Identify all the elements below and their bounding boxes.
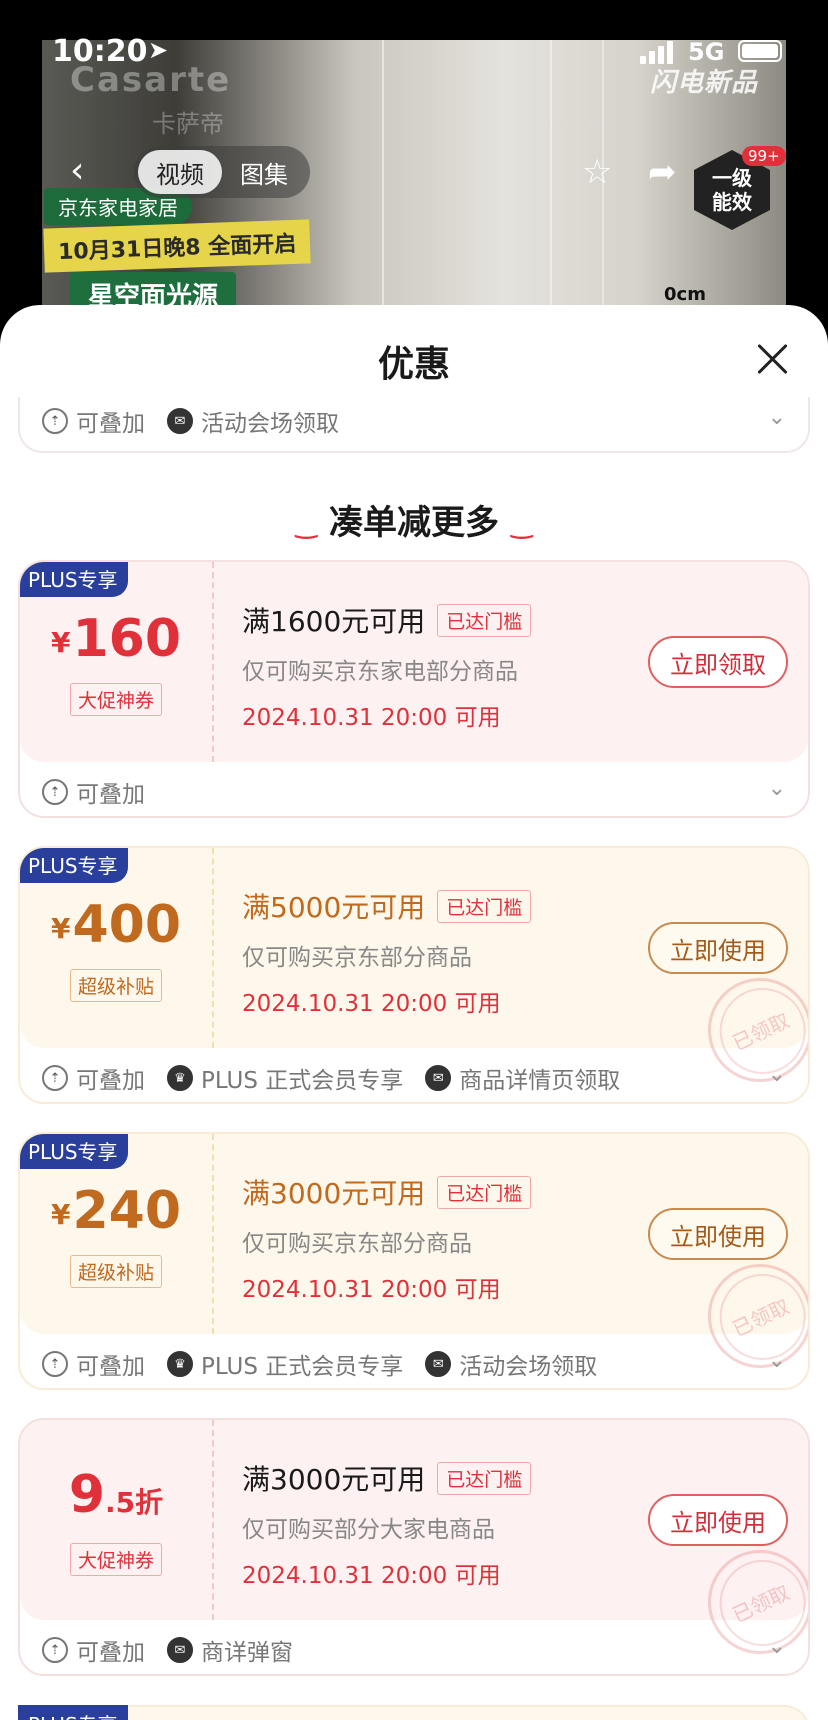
stack-icon: ⇡ [42,408,68,434]
smile-decoration-icon: ‿ [295,509,317,540]
coupon-condition: 满3000元可用 [242,1177,426,1210]
coupon-card-peek: PLUS专享 [18,1705,810,1720]
energy-badge-count: 99+ [742,146,786,166]
use-coupon-button[interactable]: 立即使用 [648,1208,788,1260]
coupon-condition: 满3000元可用 [242,1463,426,1496]
coupon-condition: 满1600元可用 [242,605,426,638]
source-tag: ✉ 商详弹窗 [167,1633,293,1667]
section-heading: ‿ 凑单减更多 ‿ [295,503,533,543]
claim-coupon-button[interactable]: 立即领取 [648,636,788,688]
ticket-icon: ✉ [167,1637,193,1663]
coupon-valid-time: 2024.10.31 20:00 可用 [242,705,501,731]
chevron-down-icon[interactable]: ⌄ [768,1348,786,1373]
coupon-card: ¥240 超级补贴 PLUS专享 满3000元可用 已达门槛 仅可购买京东部分商… [18,1132,810,1390]
energy-rating-label: 一级 能效 [712,166,752,214]
plus-exclusive-badge: PLUS专享 [20,1134,128,1169]
coupon-card: ¥400 超级补贴 PLUS专享 满5000元可用 已达门槛 仅可购买京东部分商… [18,846,810,1104]
status-time: 10:20 [52,34,148,69]
chevron-down-icon[interactable]: ⌄ [768,1062,786,1087]
source-tag: ✉ 活动会场领取 [167,404,339,438]
use-coupon-button[interactable]: 立即使用 [648,922,788,974]
threshold-reached-badge: 已达门槛 [437,1175,532,1209]
stackable-tag: ⇡ 可叠加 [42,404,145,438]
ticket-icon: ✉ [167,408,193,434]
coupon-amount: ¥240 [50,1180,182,1241]
fridge-panel [382,40,552,330]
use-coupon-button[interactable]: 立即使用 [648,1494,788,1546]
sheet-title: 优惠 [377,344,450,385]
coupon-scope: 仅可购买部分大家电商品 [242,1517,495,1543]
crown-icon: ♛ [167,1351,193,1377]
plus-exclusive-badge: PLUS专享 [20,562,128,597]
coupon-amount: ¥160 [50,608,182,669]
tab-gallery[interactable]: 图集 [222,150,306,194]
coupon-kind-label: 超级补贴 [69,968,162,1002]
threshold-reached-badge: 已达门槛 [437,889,532,923]
coupon-kind-label: 大促神券 [69,682,162,716]
media-tab-switch: 视频 图集 [134,146,310,198]
stack-icon: ⇡ [42,1065,68,1091]
coupon-valid-time: 2024.10.31 20:00 可用 [242,1563,501,1589]
discount-sheet: 优惠 ⇡ 可叠加 ✉ 活动会场领取 ⌄ ‿ 凑单减更多 ‿ ¥160 大促神券 PL… [0,305,828,1720]
brand-logo-sub: 卡萨帝 [152,110,224,138]
back-icon[interactable]: ‹ [70,150,110,191]
coupon-kind-label: 大促神券 [69,1542,162,1576]
coupon-kind-label: 超级补贴 [69,1254,162,1288]
threshold-reached-badge: 已达门槛 [437,603,532,637]
tab-video[interactable]: 视频 [138,150,222,194]
coupon-card: 9.5折 大促神券 满3000元可用 已达门槛 仅可购买部分大家电商品 2024… [18,1418,810,1676]
favorite-star-icon[interactable]: ☆ [582,152,612,192]
battery-icon [738,40,782,62]
coupon-amount: 9.5折 [68,1464,164,1525]
coupon-valid-time: 2024.10.31 20:00 可用 [242,991,501,1017]
promo-banner-date: 10月31日晚8 全面开启 [43,219,311,273]
plus-exclusive-badge: PLUS专享 [20,848,128,883]
coupon-amount: ¥400 [50,894,182,955]
ticket-icon: ✉ [425,1065,452,1091]
coupon-valid-time: 2024.10.31 20:00 可用 [242,1277,501,1303]
chevron-down-icon[interactable]: ⌄ [768,405,786,430]
coupon-condition: 满5000元可用 [242,891,426,924]
ticket-icon: ✉ [425,1351,452,1377]
coupon-scope: 仅可购买京东部分商品 [242,945,472,971]
source-tag: ✉ 商品详情页领取 [425,1061,620,1095]
smile-decoration-icon: ‿ [511,509,533,540]
chevron-down-icon[interactable]: ⌄ [768,776,786,801]
close-icon[interactable] [752,339,792,379]
signal-icon [640,40,673,64]
stackable-tag: ⇡ 可叠加 [42,1061,145,1095]
stack-icon: ⇡ [42,1351,68,1377]
share-icon[interactable]: ➦ [648,152,677,192]
coupon-card: ¥160 大促神券 PLUS专享 满1600元可用 已达门槛 仅可购买京东家电部… [18,560,810,818]
measure-label: 0cm [664,284,706,305]
member-tag: ♛ PLUS 正式会员专享 [167,1061,403,1095]
location-arrow-icon: ➤ [148,36,169,64]
chevron-down-icon[interactable]: ⌄ [768,1634,786,1659]
source-tag: ✉ 活动会场领取 [425,1347,597,1381]
stackable-tag: ⇡ 可叠加 [42,1347,145,1381]
member-tag: ♛ PLUS 正式会员专享 [167,1347,403,1381]
stackable-tag: ⇡ 可叠加 [42,775,145,809]
stack-icon: ⇡ [42,1637,68,1663]
stack-icon: ⇡ [42,779,68,805]
coupon-scope: 仅可购买京东部分商品 [242,1231,472,1257]
threshold-reached-badge: 已达门槛 [437,1461,532,1495]
coupon-footer-partial[interactable]: ⇡ 可叠加 ✉ 活动会场领取 ⌄ [18,397,810,453]
crown-icon: ♛ [167,1065,193,1091]
network-type: 5G [688,38,725,66]
coupon-scope: 仅可购买京东家电部分商品 [242,659,518,685]
product-preview: Casarte 卡萨帝 京东家电家居 10月31日晚8 全面开启 星空面光源 闪… [0,0,828,330]
plus-exclusive-badge: PLUS专享 [18,1705,128,1720]
stackable-tag: ⇡ 可叠加 [42,1633,145,1667]
flash-new-logo: 闪电新品 [650,68,759,98]
